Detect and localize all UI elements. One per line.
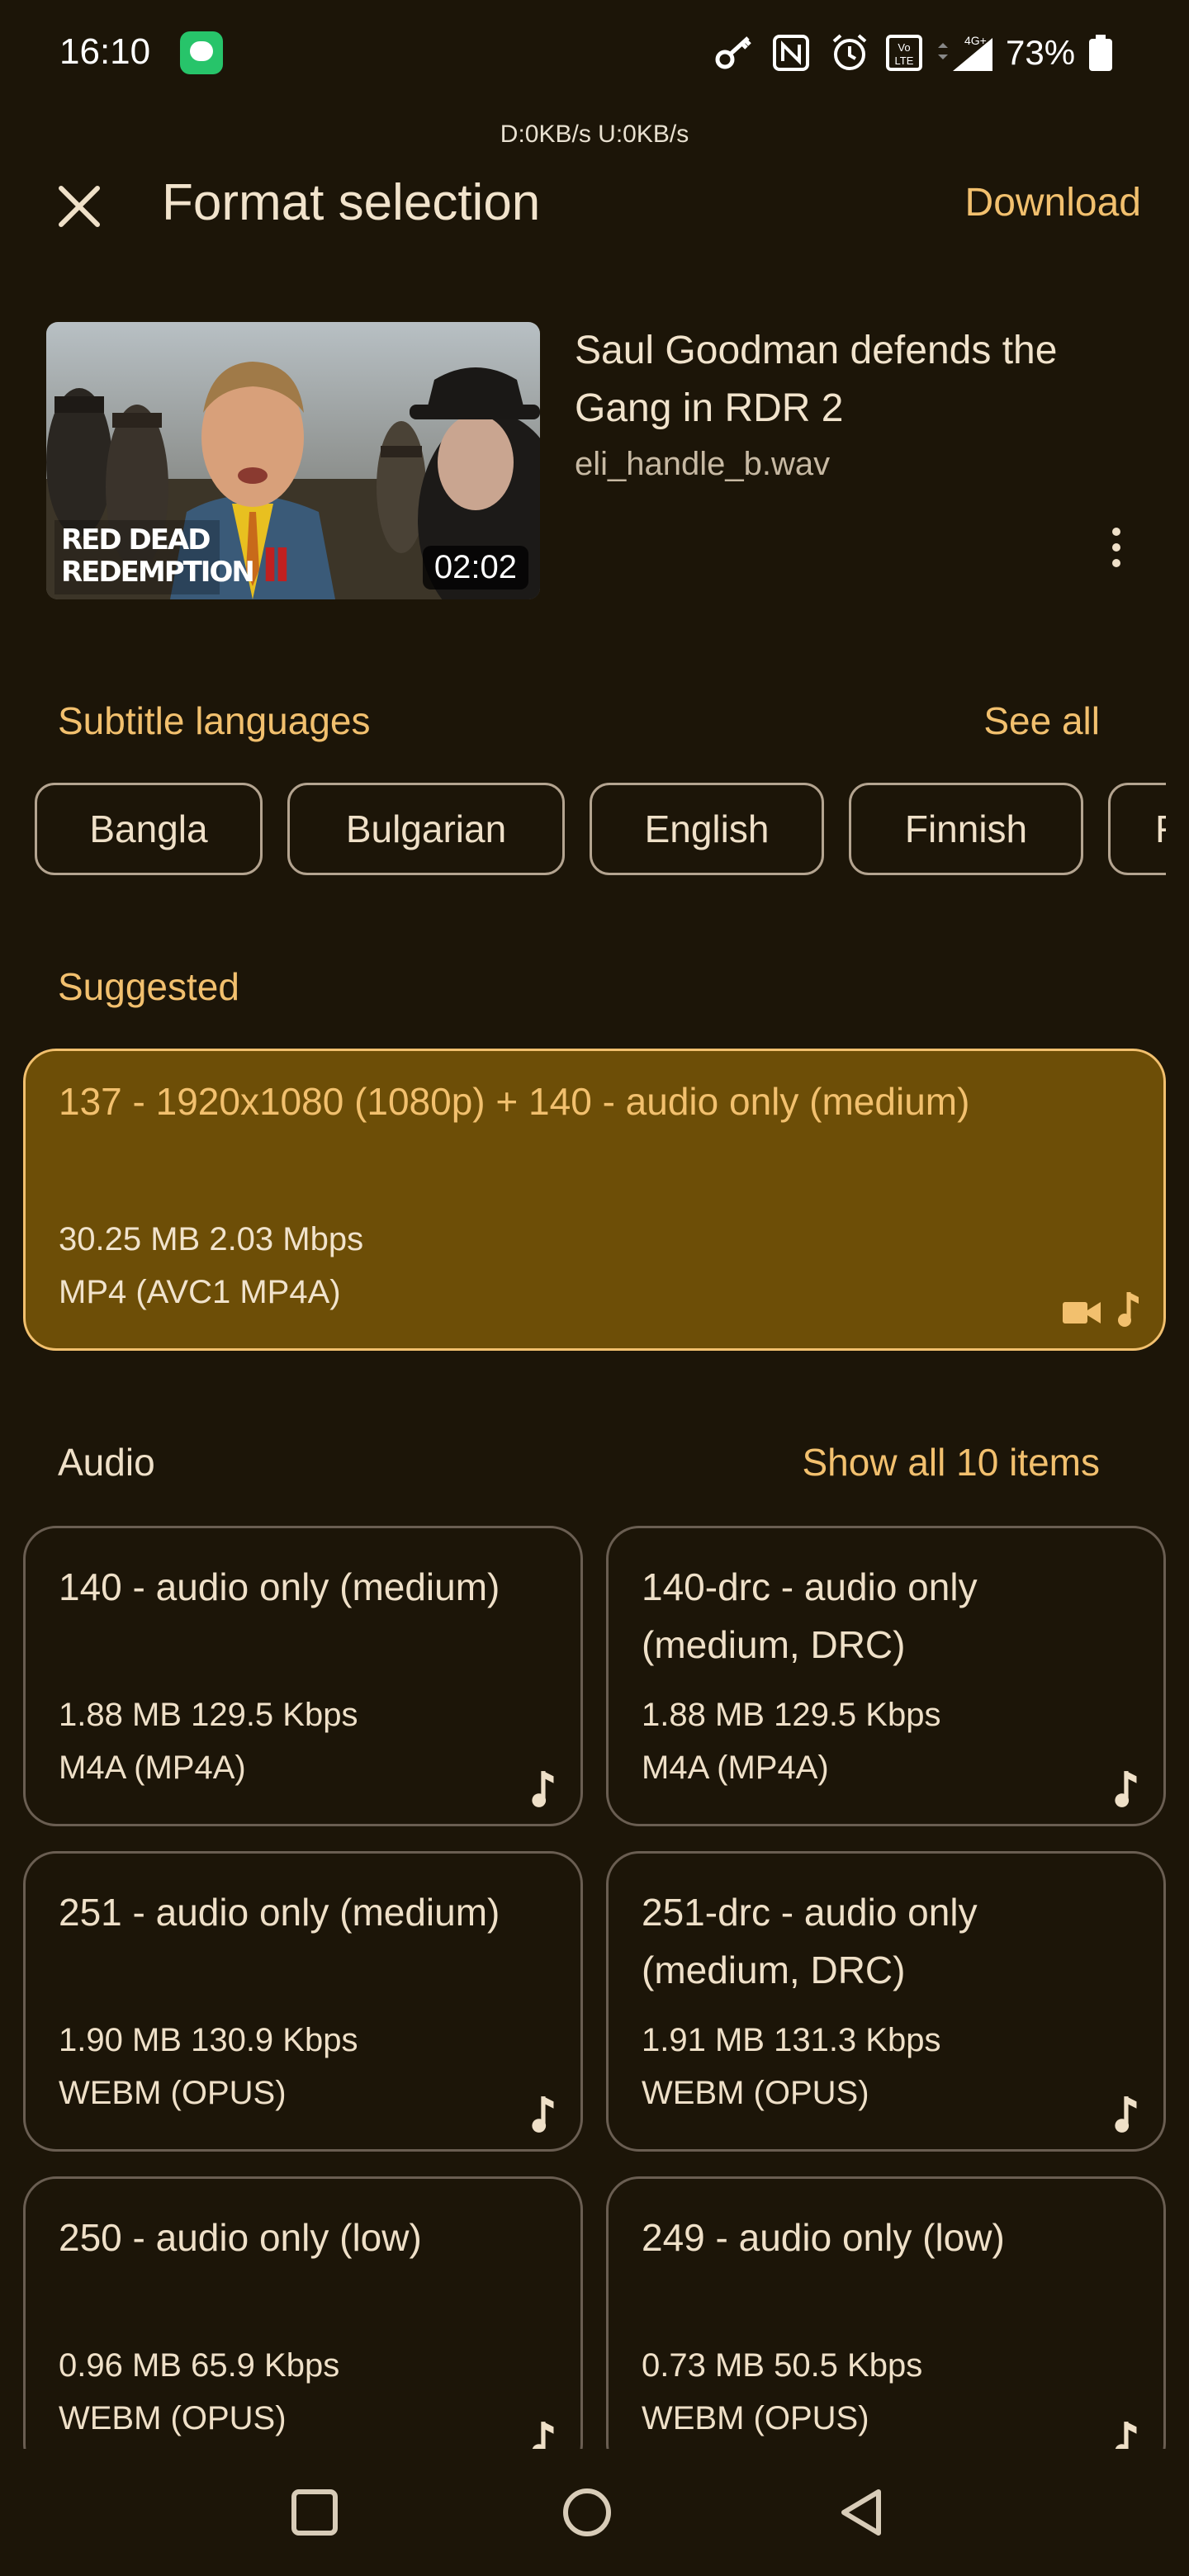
nfc-icon	[773, 35, 809, 71]
audio-icon	[532, 2096, 554, 2133]
audio-format-card[interactable]: 140-drc - audio only (medium, DRC) 1.88 …	[606, 1526, 1166, 1826]
format-title: 249 - audio only (low)	[642, 2216, 1005, 2259]
audio-format-card[interactable]: 249 - audio only (low) 0.73 MB 50.5 Kbps…	[606, 2176, 1166, 2449]
audio-format-card[interactable]: 251-drc - audio only (medium, DRC) 1.91 …	[606, 1851, 1166, 2152]
audio-icon	[532, 1771, 554, 1807]
audio-format-card[interactable]: 251 - audio only (medium) 1.90 MB 130.9 …	[23, 1851, 583, 2152]
format-codec: WEBM (OPUS)	[59, 2075, 287, 2111]
subtitle-chip-bulgarian[interactable]: Bulgarian	[287, 783, 565, 875]
home-icon[interactable]	[558, 2484, 616, 2541]
alarm-icon	[832, 34, 867, 70]
format-title: 140 - audio only (medium)	[59, 1565, 500, 1608]
format-size-bitrate: 1.88 MB 129.5 Kbps	[642, 1697, 941, 1733]
format-title: 251 - audio only (medium)	[59, 1891, 500, 1934]
audio-heading: Audio	[58, 1441, 155, 1484]
key-icon	[715, 36, 751, 69]
video-thumbnail[interactable]: RED DEAD REDEMPTION II 02:02	[46, 322, 540, 599]
format-size-bitrate: 1.90 MB 130.9 Kbps	[59, 2022, 358, 2058]
subtitle-languages-heading: Subtitle languages	[58, 699, 371, 742]
format-codec: M4A (MP4A)	[642, 1750, 829, 1786]
format-size-bitrate: 0.73 MB 50.5 Kbps	[642, 2347, 923, 2384]
subtitle-chip-bangla[interactable]: Bangla	[35, 783, 263, 875]
format-size-bitrate: 1.88 MB 129.5 Kbps	[59, 1697, 358, 1733]
video-filename: eli_handle_b.wav	[575, 446, 831, 482]
download-button[interactable]: Download	[965, 180, 1141, 225]
format-title: 140-drc - audio only (medium, DRC)	[642, 1565, 978, 1666]
audio-format-card[interactable]: 140 - audio only (medium) 1.88 MB 129.5 …	[23, 1526, 583, 1826]
svg-text:Vo: Vo	[898, 41, 910, 54]
chat-app-icon	[180, 31, 223, 74]
format-codec: MP4 (AVC1 MP4A)	[59, 1274, 341, 1310]
subtitle-chip-partial[interactable]: F	[1108, 783, 1166, 875]
more-options-icon[interactable]	[1101, 525, 1131, 570]
thumbnail-logo: RED DEAD REDEMPTION II	[61, 523, 291, 593]
audio-icon	[1115, 1771, 1137, 1807]
video-duration: 02:02	[422, 546, 528, 590]
status-bar: 16:10 Vo LTE 4G+ 73%	[0, 0, 1189, 107]
recent-apps-icon[interactable]	[286, 2484, 343, 2541]
battery-icon	[1089, 35, 1112, 71]
back-icon[interactable]	[832, 2484, 890, 2541]
format-title: 137 - 1920x1080 (1080p) + 140 - audio on…	[59, 1080, 970, 1123]
signal-4g-icon: 4G+	[938, 34, 992, 71]
format-size-bitrate: 1.91 MB 131.3 Kbps	[642, 2022, 941, 2058]
format-codec: WEBM (OPUS)	[642, 2075, 869, 2111]
audio-icon	[532, 2422, 554, 2449]
close-icon[interactable]	[50, 177, 109, 236]
system-navigation-bar	[0, 2449, 1189, 2576]
audio-format-card[interactable]: 250 - audio only (low) 0.96 MB 65.9 Kbps…	[23, 2176, 583, 2449]
video-title: Saul Goodman defends the Gang in RDR 2	[575, 329, 1058, 430]
format-codec: WEBM (OPUS)	[59, 2400, 287, 2436]
format-codec: M4A (MP4A)	[59, 1750, 246, 1786]
audio-icon	[1115, 2422, 1137, 2449]
subtitle-chip-finnish[interactable]: Finnish	[849, 783, 1083, 875]
subtitle-chip-list: Bangla Bulgarian English Finnish F	[0, 783, 1166, 878]
format-size-bitrate: 0.96 MB 65.9 Kbps	[59, 2347, 340, 2384]
format-title: 251-drc - audio only (medium, DRC)	[642, 1891, 978, 1991]
show-all-audio-button[interactable]: Show all 10 items	[803, 1440, 1101, 1485]
svg-text:4G+: 4G+	[964, 34, 987, 47]
status-time: 16:10	[59, 31, 151, 72]
see-all-subtitles-button[interactable]: See all	[983, 698, 1100, 743]
suggested-format-card[interactable]: 137 - 1920x1080 (1080p) + 140 - audio on…	[23, 1049, 1166, 1351]
volte-icon: Vo LTE	[886, 35, 922, 71]
audio-icon	[1118, 1292, 1139, 1327]
battery-percent: 73%	[1006, 33, 1076, 72]
video-icon	[1063, 1302, 1101, 1324]
audio-icon	[1115, 2096, 1137, 2133]
audio-format-grid: 140 - audio only (medium) 1.88 MB 129.5 …	[0, 1519, 1189, 2449]
svg-text:LTE: LTE	[895, 54, 914, 67]
format-size-bitrate: 30.25 MB 2.03 Mbps	[59, 1221, 364, 1257]
suggested-heading: Suggested	[58, 965, 239, 1008]
network-speed: D:0KB/s U:0KB/s	[500, 121, 689, 148]
subtitle-chip-english[interactable]: English	[590, 783, 824, 875]
format-title: 250 - audio only (low)	[59, 2216, 422, 2259]
format-codec: WEBM (OPUS)	[642, 2400, 869, 2436]
page-title: Format selection	[162, 174, 541, 231]
